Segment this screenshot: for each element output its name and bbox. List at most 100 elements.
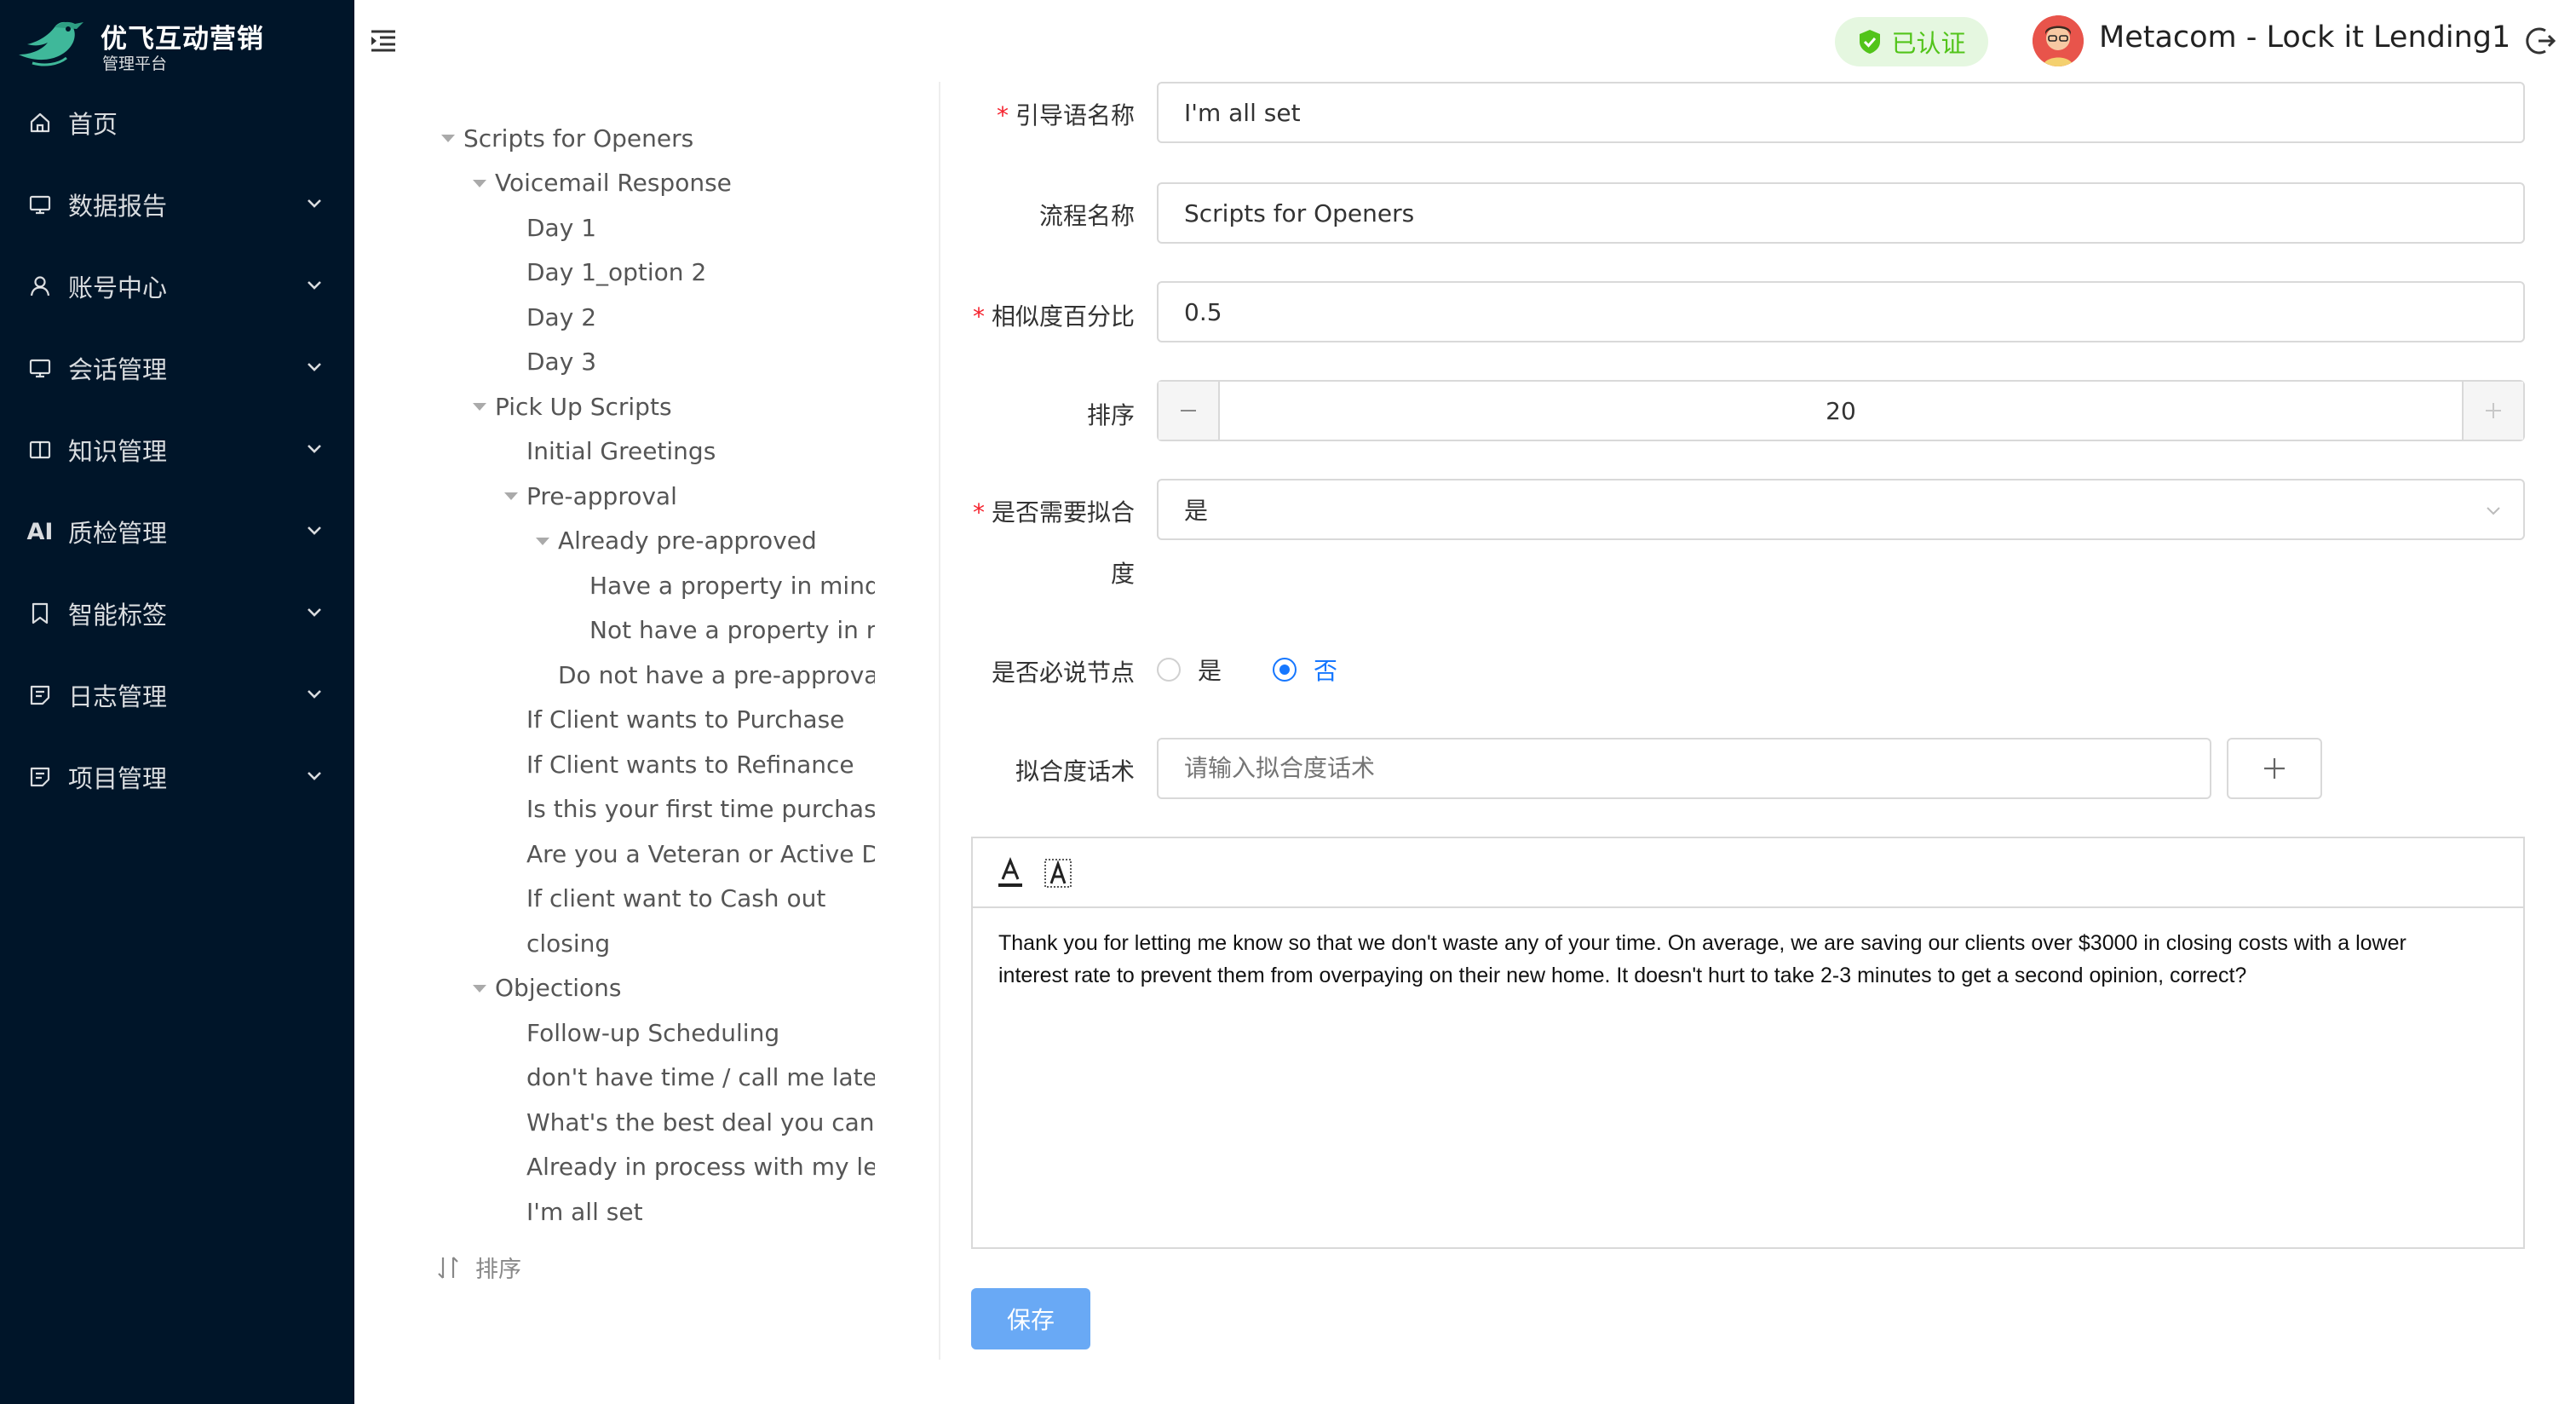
sidebar-item-knowledge-management[interactable]: 知识管理 <box>0 409 354 491</box>
tree-node[interactable]: If client want to Cash out <box>426 877 879 922</box>
sidebar-item-session-management[interactable]: 会话管理 <box>0 327 354 409</box>
guide-name-input[interactable]: I'm all set <box>1157 82 2525 143</box>
tree-node-label: Is this your first time purchasing <box>526 795 875 824</box>
logout-icon[interactable] <box>2523 24 2557 58</box>
tree-node-label: Not have a property in mi <box>589 616 875 645</box>
chevron-down-icon <box>308 526 321 535</box>
editor-toolbar <box>973 838 2523 908</box>
sidebar-item-label: 项目管理 <box>68 764 168 793</box>
must-say-radio-yes[interactable] <box>1157 658 1181 682</box>
tree-node[interactable]: I'm all set <box>426 1189 879 1234</box>
script-tree: Scripts for Openers Voicemail Response Day… <box>426 116 879 1234</box>
tree-node[interactable]: Day 3 <box>426 340 879 385</box>
editor-content[interactable]: Thank you for letting me know so that we… <box>998 927 2481 992</box>
tree-node[interactable]: Not have a property in mi <box>426 608 879 653</box>
must-say-radio-no[interactable] <box>1273 658 1297 682</box>
tree-node[interactable]: Initial Greetings <box>426 429 879 475</box>
caret-down-icon[interactable] <box>473 984 486 993</box>
verified-label: 已认证 <box>1891 29 1966 58</box>
ai-icon: AI <box>26 518 54 545</box>
need-fit-select[interactable]: 是 <box>1157 479 2525 540</box>
user-avatar-icon <box>2033 15 2084 66</box>
tree-node-label: Already pre-approved <box>558 526 817 555</box>
tree-node[interactable]: Follow-up Scheduling <box>426 1010 879 1056</box>
tree-node[interactable]: Day 2 <box>426 295 879 340</box>
order-stepper: 20 <box>1157 380 2525 441</box>
tree-node-label: If Client wants to Purchase <box>526 705 845 734</box>
notes-icon <box>27 682 53 708</box>
guide-name-label: * 引导语名称 <box>996 101 1135 129</box>
verified-badge: 已认证 <box>1835 17 1988 66</box>
tree-node-label: Day 3 <box>526 348 597 377</box>
sidebar-item-log-management[interactable]: 日志管理 <box>0 654 354 736</box>
increment-button[interactable] <box>2462 382 2523 440</box>
similarity-input[interactable]: 0.5 <box>1157 281 2525 342</box>
need-fit-label-wrap: 度 <box>1110 560 1135 588</box>
sidebar-item-label: 知识管理 <box>68 437 168 466</box>
save-button[interactable]: 保存 <box>971 1288 1090 1349</box>
tree-node[interactable]: Scripts for Openers <box>426 116 879 161</box>
tree-node-label: Already in process with my lenc <box>526 1153 875 1182</box>
top-header: 已认证 Metacom - Lock it Lending1 <box>354 0 2576 82</box>
user-icon <box>27 273 53 299</box>
tree-node[interactable]: Have a property in mind <box>426 563 879 608</box>
required-mark: * <box>972 302 985 331</box>
flow-name-label: 流程名称 <box>1038 202 1135 230</box>
tree-node[interactable]: don't have time / call me later <box>426 1056 879 1101</box>
caret-down-icon[interactable] <box>504 492 518 500</box>
sidebar-item-account-center[interactable]: 账号中心 <box>0 245 354 327</box>
caret-down-icon[interactable] <box>536 537 549 545</box>
tree-node[interactable]: closing <box>426 921 879 966</box>
tree-node-label: Voicemail Response <box>495 169 732 198</box>
tree-node[interactable]: Day 1 <box>426 205 879 250</box>
tree-node[interactable]: Pre-approval <box>426 474 879 519</box>
tree-node[interactable]: Pick Up Scripts <box>426 384 879 429</box>
must-say-option-yes[interactable]: 是 <box>1198 653 1222 687</box>
user-name[interactable]: Metacom - Lock it Lending1 <box>2099 20 2510 55</box>
sidebar-item-smart-tags[interactable]: 智能标签 <box>0 573 354 654</box>
tree-node[interactable]: What's the best deal you can gi <box>426 1100 879 1145</box>
tree-sort-button[interactable]: 排序 <box>436 1251 521 1284</box>
tree-node[interactable]: Voicemail Response <box>426 161 879 206</box>
book-icon <box>27 437 53 463</box>
caret-down-icon[interactable] <box>441 135 455 142</box>
tree-node[interactable]: If Client wants to Refinance <box>426 742 879 787</box>
tree-node[interactable]: Is this your first time purchasing <box>426 787 879 832</box>
required-mark: * <box>972 498 985 526</box>
order-value[interactable]: 20 <box>1222 382 2460 440</box>
add-phrase-button[interactable] <box>2227 738 2322 799</box>
decrement-button[interactable] <box>1159 382 1220 440</box>
tree-node-label: Objections <box>495 974 622 1003</box>
tree-node-label: I'm all set <box>526 1197 643 1226</box>
font-color-icon[interactable] <box>995 857 1026 891</box>
tree-node[interactable]: Already in process with my lenc <box>426 1145 879 1190</box>
monitor-icon <box>27 355 53 381</box>
caret-down-icon[interactable] <box>473 179 486 187</box>
sidebar-menu: 首页 数据报告 账号中心 会话管理 知识管理 AI 质检管理 智能标签 日志管理… <box>0 82 354 818</box>
tree-node[interactable]: Do not have a pre-approval <box>426 653 879 698</box>
fit-phrase-input[interactable] <box>1157 738 2211 799</box>
chevron-down-icon <box>308 608 321 617</box>
tree-node[interactable]: If Client wants to Purchase <box>426 698 879 743</box>
brand-logo[interactable]: 优飞互动营销 管理平台 <box>15 12 339 75</box>
tree-node[interactable]: Objections <box>426 966 879 1011</box>
background-color-icon[interactable] <box>1043 857 1073 891</box>
caret-down-icon[interactable] <box>473 403 486 411</box>
flow-name-input[interactable]: Scripts for Openers <box>1157 182 2525 244</box>
sidebar-item-data-report[interactable]: 数据报告 <box>0 164 354 245</box>
tree-node[interactable]: Are you a Veteran or Active Dut <box>426 831 879 877</box>
sidebar-item-label: 账号中心 <box>68 273 168 302</box>
sidebar-item-quality-inspection[interactable]: AI 质检管理 <box>0 491 354 573</box>
tree-node-label: What's the best deal you can gi <box>526 1108 875 1136</box>
similarity-label: * 相似度百分比 <box>972 302 1135 331</box>
sidebar-item-project-management[interactable]: 项目管理 <box>0 736 354 818</box>
panel-divider <box>939 82 940 1360</box>
sidebar-item-home[interactable]: 首页 <box>0 82 354 164</box>
order-label: 排序 <box>1086 401 1135 429</box>
minus-icon <box>1181 410 1196 411</box>
avatar[interactable] <box>2033 15 2084 66</box>
must-say-option-no[interactable]: 否 <box>1314 653 1337 687</box>
tree-node[interactable]: Already pre-approved <box>426 519 879 564</box>
tree-node[interactable]: Day 1_option 2 <box>426 250 879 296</box>
menu-fold-icon[interactable] <box>368 26 399 56</box>
